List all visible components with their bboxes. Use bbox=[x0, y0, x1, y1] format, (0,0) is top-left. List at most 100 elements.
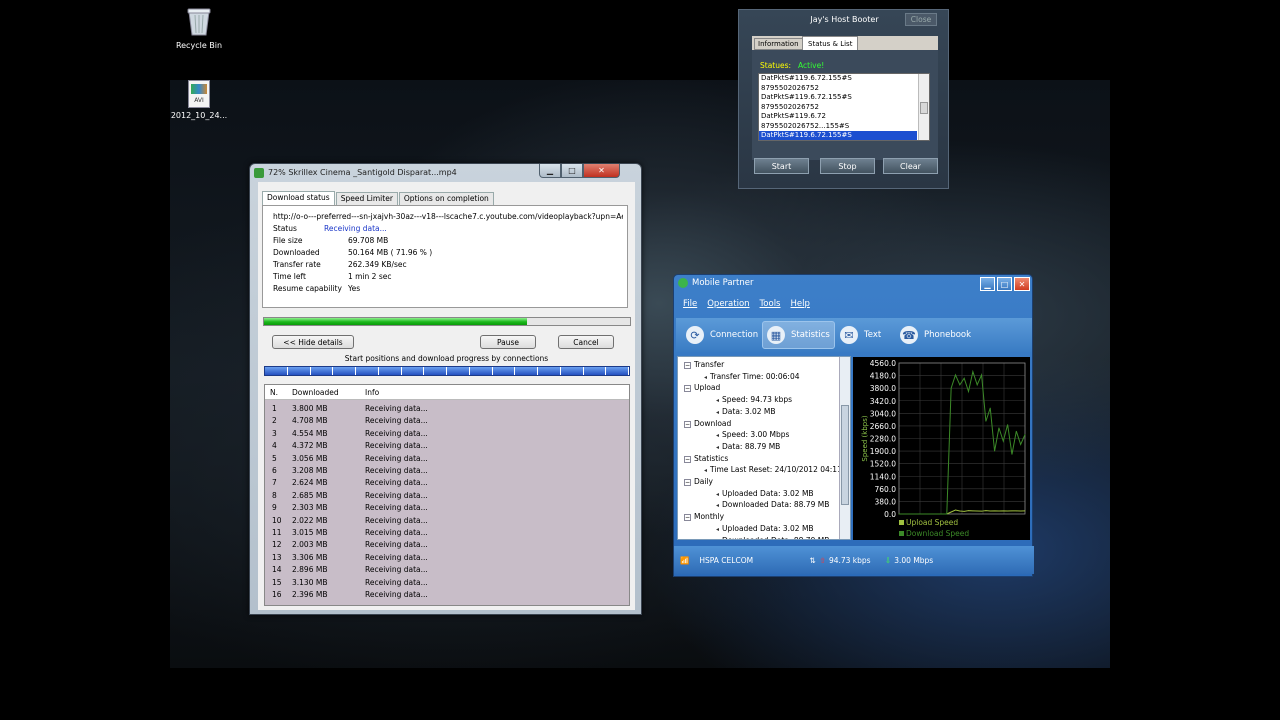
table-row[interactable]: 5 3.056 MB Receiving data... bbox=[265, 453, 629, 465]
mobile-partner-window[interactable]: Mobile Partner ▁ □ ✕ File Operation Tools H… bbox=[673, 274, 1034, 577]
table-row[interactable]: 15 3.130 MB Receiving data... bbox=[265, 577, 629, 589]
table-row[interactable]: 10 2.022 MB Receiving data... bbox=[265, 515, 629, 527]
table-row[interactable]: 8 2.685 MB Receiving data... bbox=[265, 490, 629, 502]
tab-options-on-completion[interactable]: Options on completion bbox=[398, 192, 494, 205]
tree-item[interactable]: ◂ Speed: 94.73 kbps bbox=[716, 395, 792, 404]
packet-list-item[interactable]: 8795502026752 bbox=[759, 84, 917, 94]
table-row[interactable]: 7 2.624 MB Receiving data... bbox=[265, 477, 629, 489]
host-booter-window[interactable]: Jay's Host Booter Close Information Stat… bbox=[738, 9, 949, 189]
column-header-n[interactable]: N. bbox=[270, 388, 278, 397]
hide-details-button[interactable]: << Hide details bbox=[272, 335, 354, 349]
packet-list-item[interactable]: 8795502026752 bbox=[759, 103, 917, 113]
phonebook-icon: ☎ bbox=[900, 326, 918, 344]
toolbar-text[interactable]: ✉ Text bbox=[836, 321, 885, 349]
table-row[interactable]: 11 3.015 MB Receiving data... bbox=[265, 527, 629, 539]
row-downloaded: 3.056 MB bbox=[292, 453, 328, 463]
tree-item[interactable]: − Transfer bbox=[684, 360, 724, 369]
table-row[interactable]: 6 3.208 MB Receiving data... bbox=[265, 465, 629, 477]
desktop-icon-avi-file[interactable]: AVI 2012_10_24... bbox=[164, 80, 234, 120]
speed-chart: 4560.0 4180.0 3800.0 3420.0 3040.0 2660.0 2280… bbox=[861, 359, 1026, 538]
packet-list-item[interactable]: DatPktS#119.6.72.155#S bbox=[759, 131, 917, 140]
tree-item[interactable]: − Download bbox=[684, 419, 731, 428]
cancel-button[interactable]: Cancel bbox=[558, 335, 614, 349]
tab-status-and-list[interactable]: Status & List bbox=[802, 36, 859, 50]
packet-list-item[interactable]: DatPktS#119.6.72.155#S bbox=[759, 93, 917, 103]
column-header-downloaded[interactable]: Downloaded bbox=[292, 388, 339, 397]
tree-item[interactable]: ◂ Time Last Reset: 24/10/2012 04:11 bbox=[704, 465, 842, 474]
scrollbar-thumb[interactable] bbox=[841, 405, 849, 505]
tree-item[interactable]: ◂ Data: 88.79 MB bbox=[716, 442, 780, 451]
stop-button[interactable]: Stop bbox=[820, 158, 875, 174]
clear-button[interactable]: Clear bbox=[883, 158, 938, 174]
scrollbar-thumb[interactable] bbox=[920, 102, 928, 114]
table-row[interactable]: 12 2.003 MB Receiving data... bbox=[265, 539, 629, 551]
toolbar-phonebook[interactable]: ☎ Phonebook bbox=[896, 321, 975, 349]
table-row[interactable]: 9 2.303 MB Receiving data... bbox=[265, 502, 629, 514]
tree-expander-icon[interactable]: − bbox=[684, 479, 691, 486]
table-row[interactable]: 14 2.896 MB Receiving data... bbox=[265, 564, 629, 576]
booter-close-button[interactable]: Close bbox=[905, 13, 937, 26]
tree-item[interactable]: − Upload bbox=[684, 383, 720, 393]
mp-maximize-button[interactable]: □ bbox=[997, 277, 1012, 291]
tree-expander-icon[interactable]: − bbox=[684, 362, 691, 369]
mp-close-button[interactable]: ✕ bbox=[1014, 277, 1030, 291]
toolbar-statistics[interactable]: ▦ Statistics bbox=[762, 321, 835, 349]
connection-segment bbox=[333, 367, 356, 375]
tab-download-status[interactable]: Download status bbox=[262, 191, 335, 205]
mp-minimize-button[interactable]: ▁ bbox=[980, 277, 995, 291]
table-row[interactable]: 1 3.800 MB Receiving data... bbox=[265, 403, 629, 415]
packet-list-item[interactable]: DatPktS#119.6.72.155#S bbox=[759, 74, 917, 84]
tree-item[interactable]: ◂ Speed: 3.00 Mbps bbox=[716, 430, 789, 439]
row-downloaded: 3.208 MB bbox=[292, 466, 328, 475]
tree-item[interactable]: ◂ Transfer Time: 00:06:04 bbox=[704, 372, 800, 381]
packet-list-item[interactable]: DatPktS#119.6.72 bbox=[759, 112, 917, 122]
packet-list[interactable]: DatPktS#119.6.72.155#S 8795502026752 DatPk… bbox=[758, 73, 930, 141]
tree-item[interactable]: ◂ Uploaded Data: 3.02 MB bbox=[716, 524, 814, 533]
y-tick-label: 4180.0 bbox=[870, 372, 896, 381]
toolbar-connection[interactable]: ⟳ Connection bbox=[682, 321, 762, 349]
close-button[interactable]: ✕ bbox=[583, 164, 620, 178]
minimize-button[interactable]: ▁ bbox=[539, 164, 561, 178]
connections-caption: Start positions and download progress by… bbox=[344, 354, 549, 363]
y-tick-label: 3040.0 bbox=[870, 409, 896, 418]
column-header-info[interactable]: Info bbox=[365, 388, 379, 397]
table-row[interactable]: 3 4.554 MB Receiving data... bbox=[265, 428, 629, 440]
desktop-icon-recycle-bin[interactable]: Recycle Bin bbox=[164, 6, 234, 50]
tree-item[interactable]: ◂Downloaded Data: 88.79 MB bbox=[716, 500, 829, 509]
tree-scrollbar[interactable] bbox=[839, 357, 850, 539]
table-row[interactable]: 13 3.306 MB Receiving data... bbox=[265, 552, 629, 564]
status-download-speed: 3.00 Mbps bbox=[894, 555, 934, 565]
tree-expander-icon[interactable]: − bbox=[684, 455, 691, 463]
table-row[interactable]: 4 4.372 MB Receiving data... bbox=[265, 440, 629, 452]
mp-titlebar[interactable]: Mobile Partner bbox=[678, 278, 753, 288]
menu-tools[interactable]: Tools bbox=[760, 299, 781, 309]
data-point bbox=[1015, 430, 1017, 432]
tree-expander-icon[interactable]: − bbox=[684, 420, 691, 428]
tree-item[interactable]: ◂Downloaded Data: 88.79 MB bbox=[716, 536, 829, 540]
table-row[interactable]: 2 4.708 MB Receiving data... bbox=[265, 415, 629, 427]
tab-information[interactable]: Information bbox=[754, 38, 803, 50]
table-row[interactable]: 16 2.396 MB Receiving data... bbox=[265, 589, 629, 601]
menu-operation[interactable]: Operation bbox=[707, 299, 749, 309]
tree-item[interactable]: − Daily bbox=[684, 477, 713, 486]
pause-button[interactable]: Pause bbox=[480, 335, 536, 349]
data-point bbox=[1002, 510, 1004, 512]
tree-expander-icon[interactable]: − bbox=[684, 385, 691, 393]
packet-list-item[interactable]: 8795502026752...155#S bbox=[759, 122, 917, 132]
row-info: Receiving data... bbox=[365, 466, 428, 475]
maximize-button[interactable]: □ bbox=[561, 164, 583, 178]
tab-speed-limiter[interactable]: Speed Limiter bbox=[335, 192, 398, 205]
tree-item[interactable]: − Monthly bbox=[684, 512, 724, 522]
mp-menu-bar: File Operation Tools Help bbox=[683, 299, 810, 309]
tree-item[interactable]: − Statistics bbox=[684, 454, 728, 463]
recycle-bin-icon bbox=[164, 6, 234, 38]
start-button[interactable]: Start bbox=[754, 158, 809, 174]
tree-item[interactable]: ◂ Data: 3.02 MB bbox=[716, 407, 776, 416]
list-scrollbar[interactable] bbox=[918, 74, 929, 140]
tree-item[interactable]: ◂ Uploaded Data: 3.02 MB bbox=[716, 489, 814, 498]
tree-expander-icon[interactable]: − bbox=[684, 514, 691, 522]
menu-help[interactable]: Help bbox=[791, 299, 810, 309]
download-progress-window[interactable]: 72% Skrillex Cinema _Santigold Disparat.… bbox=[249, 163, 642, 615]
data-point bbox=[972, 510, 974, 512]
menu-file[interactable]: File bbox=[683, 299, 697, 309]
